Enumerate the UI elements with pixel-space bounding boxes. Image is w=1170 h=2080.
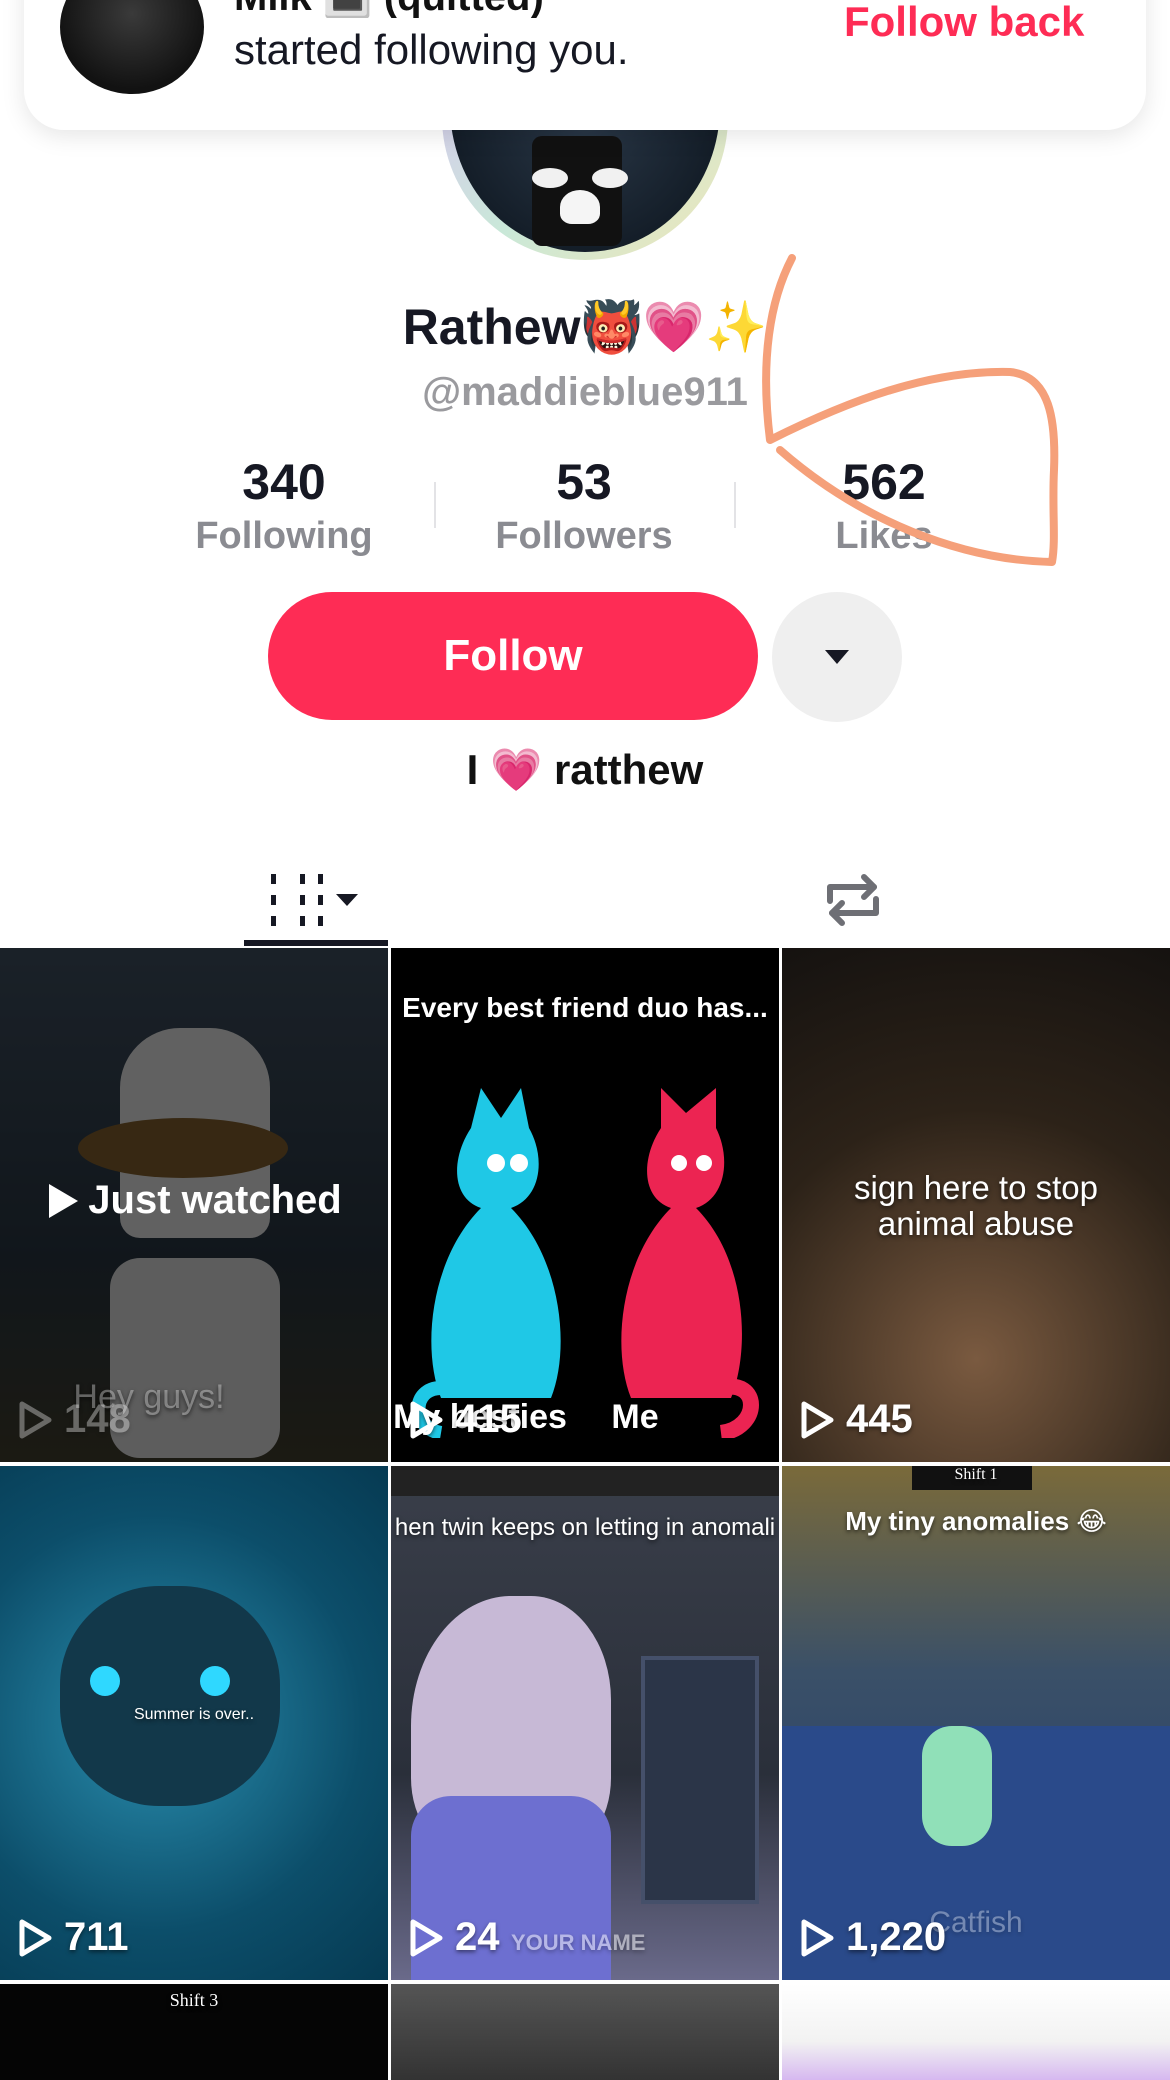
video-tile[interactable]: Summer is over.. 711 [0,1466,388,1980]
video-caption: My tiny anomalies 😂 [845,1506,1107,1536]
video-tile[interactable]: Every best friend duo has... My besties … [391,948,779,1462]
video-caption: Every best friend duo has... [402,992,768,1023]
video-tile[interactable]: hen twin keeps on letting in anomali YOU… [391,1466,779,1980]
tab-reposts[interactable] [800,850,906,950]
following-count: 340 [242,454,326,510]
followers-label: Followers [495,515,673,557]
cyan-cat-illustration [411,1088,561,1438]
notification-message: started following you. [234,26,629,73]
stat-followers[interactable]: 53 Followers [434,452,734,560]
view-count: 445 [800,1397,913,1442]
video-caption: Summer is over.. [133,1706,255,1723]
caret-down-icon [825,650,849,664]
play-outline-icon [19,1919,52,1956]
profile-bio: I 💗 ratthew [466,746,704,793]
red-cat-illustration [621,1088,759,1438]
play-icon [49,1183,79,1218]
play-outline-icon [410,1919,443,1956]
play-outline-icon [801,1401,834,1438]
notification-username: Milk 🔳 (quitted) [234,0,544,18]
play-outline-icon [410,1401,443,1438]
active-tab-indicator [244,940,388,946]
notification-avatar [60,0,204,94]
stat-divider [734,482,736,528]
view-count: 415 [409,1397,522,1442]
video-tile[interactable]: Hey guys! Just watched 148 [0,948,388,1462]
stat-likes[interactable]: 562 Likes [734,452,1034,560]
more-options-button[interactable] [772,592,902,722]
follow-back-button[interactable]: Follow back [844,0,1084,46]
videos-grid-icon [271,874,358,926]
followers-count: 53 [556,454,612,510]
view-count: 148 [18,1397,131,1442]
view-count: 1,220 [800,1915,946,1960]
video-tile[interactable] [782,1984,1170,2080]
display-name: Rathew👹💗✨ [402,299,768,355]
video-tile[interactable] [391,1984,779,2080]
tab-videos[interactable] [244,850,388,950]
play-outline-icon [19,1401,52,1438]
follow-notification[interactable]: Milk 🔳 (quitted) started following you. … [24,0,1146,130]
play-outline-icon [801,1919,834,1956]
video-tag: Shift 3 [169,1990,219,2010]
video-tag: Shift 1 [954,1466,998,1483]
view-count: 711 [18,1915,129,1960]
stat-following[interactable]: 340 Following [134,452,434,560]
username-handle: @maddieblue911 [422,370,748,414]
profile-stats: 340 Following 53 Followers 562 Likes [0,452,1170,562]
video-tile[interactable]: Shift 3 [0,1984,388,2080]
likes-label: Likes [835,515,933,557]
stat-divider [434,482,436,528]
video-tile[interactable]: sign here to stop animal abuse 445 [782,948,1170,1462]
video-tile[interactable]: Shift 1 My tiny anomalies 😂 Catfish 1,22… [782,1466,1170,1980]
follow-button[interactable]: Follow [268,592,758,720]
view-count: 24 [409,1915,500,1960]
video-watermark: YOUR NAME [511,1930,646,1955]
just-watched-label: Just watched [0,1178,388,1223]
following-label: Following [195,515,373,557]
repost-icon [827,874,879,926]
video-caption: sign here to stop animal abuse [854,1169,1098,1242]
likes-count: 562 [842,454,926,510]
video-caption: hen twin keeps on letting in anomali [394,1514,776,1541]
